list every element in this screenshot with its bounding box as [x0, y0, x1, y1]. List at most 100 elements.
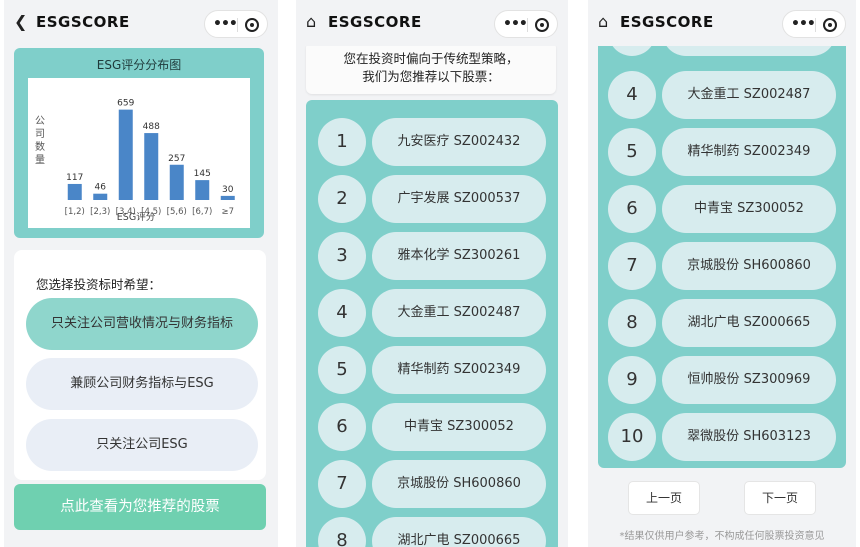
message-line-1: 您在投资时偏向于传统型策略， [343, 51, 519, 66]
stock-label[interactable]: 京城股份 SH600860 [372, 460, 546, 508]
y-axis-label: 公司数量 [35, 116, 45, 166]
stock-row[interactable]: 3 雅本化学 SZ300261 [318, 232, 548, 282]
stock-list: 3 雅本化学 SZ300261 4 大金重工 SZ002487 5 精华制药 S… [598, 8, 846, 468]
y-axis-label-char: 数 [35, 140, 45, 153]
y-axis-label-char: 公 [35, 116, 45, 127]
stock-row[interactable]: 7 京城股份 SH600860 [318, 460, 548, 510]
option-financial-and-esg[interactable]: 兼顾公司财务指标与ESG [26, 358, 258, 410]
more-dots-icon[interactable]: ••• [791, 15, 816, 33]
chart-bar [169, 164, 184, 200]
top-bar: ⌂ ESGSCORE ••• [588, 0, 856, 46]
view-recommendations-button[interactable]: 点此查看为您推荐的股票 [14, 484, 266, 530]
stock-row[interactable]: 5 精华制药 SZ002349 [608, 128, 838, 178]
chart-value-label: 257 [168, 154, 185, 164]
chart-value-label: 30 [222, 185, 234, 195]
rank-badge: 6 [318, 403, 366, 451]
rank-badge: 10 [608, 413, 656, 461]
chart-value-label: 659 [117, 99, 134, 109]
capsule-divider [237, 18, 238, 32]
mini-program-capsule: ••• [204, 10, 268, 38]
rank-badge: 8 [608, 299, 656, 347]
rank-badge: 7 [318, 460, 366, 508]
rank-badge: 2 [318, 175, 366, 223]
stock-label[interactable]: 湖北广电 SZ000665 [662, 299, 836, 347]
capsule-divider [527, 18, 528, 32]
stock-row[interactable]: 1 九安医疗 SZ002432 [318, 118, 548, 168]
stock-label[interactable]: 京城股份 SH600860 [662, 242, 836, 290]
chart-bar [144, 133, 159, 200]
stock-row[interactable]: 6 中青宝 SZ300052 [318, 403, 548, 453]
stock-row[interactable]: 2 广宇发展 SZ000537 [318, 175, 548, 225]
stock-row[interactable]: 4 大金重工 SZ002487 [608, 71, 838, 121]
chart-value-label: 117 [66, 173, 83, 183]
option-financial-only[interactable]: 只关注公司营收情况与财务指标 [26, 298, 258, 350]
strategy-message: 您在投资时偏向于传统型策略， 我们为您推荐以下股票： [306, 42, 556, 94]
y-axis-label-char: 司 [35, 129, 45, 140]
stock-row[interactable]: 5 精华制药 SZ002349 [318, 346, 548, 396]
stock-row[interactable]: 4 大金重工 SZ002487 [318, 289, 548, 339]
next-page-button[interactable]: 下一页 [744, 481, 816, 515]
rank-badge: 1 [318, 118, 366, 166]
app-title: ESGSCORE [36, 13, 130, 31]
rank-badge: 9 [608, 356, 656, 404]
chart-bar [93, 193, 108, 200]
option-esg-only[interactable]: 只关注公司ESG [26, 419, 258, 471]
more-dots-icon[interactable]: ••• [213, 15, 238, 33]
x-axis-label: ESG评分 [117, 212, 156, 223]
rank-badge: 6 [608, 185, 656, 233]
target-icon[interactable] [245, 18, 259, 32]
esg-distribution-chart: 公司数量 117 [1,2) 46 [2,3) 659 [3,4) 488 [4,5) 257[… [28, 78, 250, 228]
top-bar: ⌂ ESGSCORE ••• [296, 0, 568, 46]
stock-label[interactable]: 九安医疗 SZ002432 [372, 118, 546, 166]
target-icon[interactable] [535, 18, 549, 32]
chart-svg: 公司数量 117[1,2)46[2,3)659[3,4)488[4,5)257[… [35, 99, 235, 223]
mini-program-capsule: ••• [494, 10, 558, 38]
rank-badge: 4 [318, 289, 366, 337]
stock-label[interactable]: 大金重工 SZ002487 [372, 289, 546, 337]
back-arrow-icon[interactable]: ❮ [14, 12, 27, 32]
chart-tick-label: ≥7 [221, 207, 234, 217]
rank-badge: 5 [318, 346, 366, 394]
stock-label[interactable]: 翠微股份 SH603123 [662, 413, 836, 461]
mini-program-capsule: ••• [782, 10, 846, 38]
screen-recommendations-top: ⌂ ESGSCORE ••• 您在投资时偏向于传统型策略， 我们为您推荐以下股票… [296, 0, 568, 547]
stock-row[interactable]: 8 湖北广电 SZ000665 [608, 299, 838, 349]
home-icon[interactable]: ⌂ [598, 12, 608, 32]
chart-value-label: 46 [95, 183, 107, 193]
more-dots-icon[interactable]: ••• [503, 15, 528, 33]
stock-label[interactable]: 中青宝 SZ300052 [372, 403, 546, 451]
stock-label[interactable]: 雅本化学 SZ300261 [372, 232, 546, 280]
stock-label[interactable]: 精华制药 SZ002349 [372, 346, 546, 394]
stock-row[interactable]: 9 恒帅股份 SZ300969 [608, 356, 838, 406]
home-icon[interactable]: ⌂ [306, 12, 316, 32]
stock-row[interactable]: 8 湖北广电 SZ000665 [318, 517, 548, 547]
chart-tick-label: [2,3) [90, 207, 110, 217]
chart-bar [118, 109, 133, 200]
esg-chart-card: ESG评分分布图 公司数量 117 [1,2) 46 [2,3) 659 [3,4) 488… [14, 48, 264, 238]
stock-row[interactable]: 7 京城股份 SH600860 [608, 242, 838, 292]
rank-badge: 5 [608, 128, 656, 176]
stock-label[interactable]: 中青宝 SZ300052 [662, 185, 836, 233]
chart-bar [67, 183, 82, 200]
capsule-divider [815, 18, 816, 32]
stock-list: 1 九安医疗 SZ002432 2 广宇发展 SZ000537 3 雅本化学 S… [306, 100, 558, 547]
chart-bar [195, 180, 210, 200]
disclaimer-text: *结果仅供用户参考，不构成任何股票投资意见 [619, 531, 825, 542]
message-line-2: 我们为您推荐以下股票： [362, 69, 500, 84]
stock-label[interactable]: 湖北广电 SZ000665 [372, 517, 546, 547]
prev-page-button[interactable]: 上一页 [628, 481, 700, 515]
stock-row[interactable]: 6 中青宝 SZ300052 [608, 185, 838, 235]
screen-esg-preference: ❮ ESGSCORE ••• ESG评分分布图 公司数量 117 [1,2) 46 [… [4, 0, 278, 547]
chart-value-label: 145 [194, 169, 211, 179]
stock-row[interactable]: 10 翠微股份 SH603123 [608, 413, 838, 463]
chart-tick-label: [5,6) [167, 207, 187, 217]
stock-label[interactable]: 恒帅股份 SZ300969 [662, 356, 836, 404]
stock-label[interactable]: 精华制药 SZ002349 [662, 128, 836, 176]
chart-bar [220, 195, 235, 200]
rank-badge: 4 [608, 71, 656, 119]
stock-label[interactable]: 广宇发展 SZ000537 [372, 175, 546, 223]
target-icon[interactable] [823, 18, 837, 32]
preference-card: 您选择投资标时希望： 只关注公司营收情况与财务指标 兼顾公司财务指标与ESG 只… [14, 250, 266, 480]
chart-card-title: ESG评分分布图 [96, 58, 182, 72]
stock-label[interactable]: 大金重工 SZ002487 [662, 71, 836, 119]
